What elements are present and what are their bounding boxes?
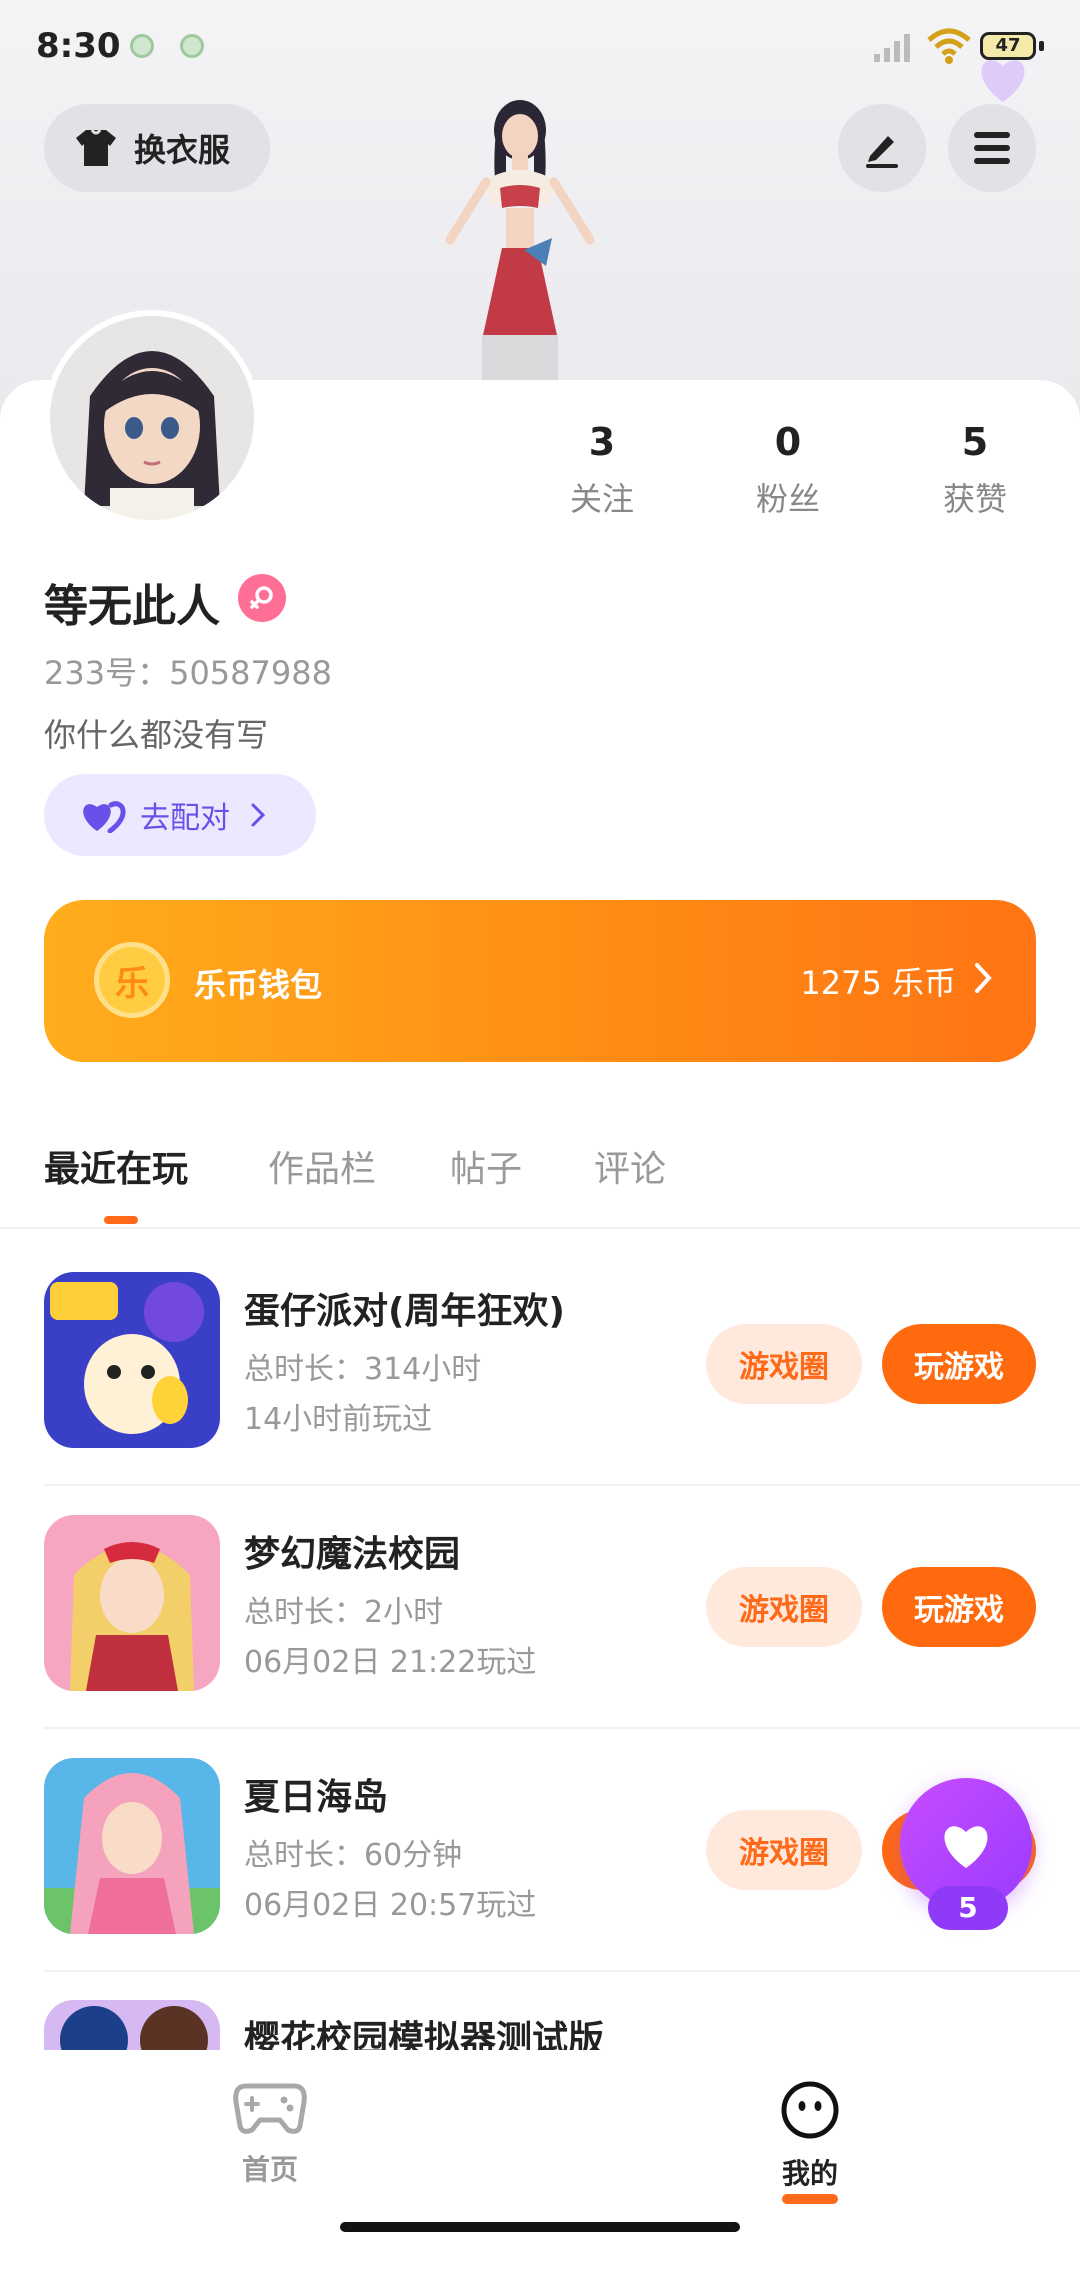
bio: 你什么都没有写 (44, 716, 269, 754)
nav-label-mine: 我的 (781, 2157, 838, 2190)
play-game-button[interactable]: 玩游戏 (882, 1567, 1036, 1647)
fans-count: 0 (774, 420, 802, 464)
game-icon (44, 1272, 220, 1448)
divider (44, 1484, 1080, 1486)
chevron-right-icon (251, 803, 266, 827)
active-tab-indicator (104, 1216, 138, 1224)
game-last-played: 14小时前玩过 (244, 1402, 433, 1437)
game-last-played: 06月02日 20:57玩过 (244, 1888, 537, 1923)
stat-fans[interactable]: 0 粉丝 (718, 420, 858, 520)
notification-icon (130, 34, 154, 58)
status-bar: 8:30 47 (0, 0, 1080, 96)
heart-decoration-icon (981, 60, 1025, 102)
game-circle-button[interactable]: 游戏圈 (706, 1324, 862, 1404)
divider (44, 1727, 1080, 1729)
avatar[interactable] (44, 310, 260, 526)
wallet-amount: 1275 乐币 (800, 964, 956, 1002)
edit-profile-button[interactable] (838, 104, 926, 192)
divider (44, 1970, 1080, 1972)
game-duration: 总时长：2小时 (244, 1595, 444, 1630)
game-circle-button[interactable]: 游戏圈 (706, 1567, 862, 1647)
nav-item-mine[interactable]: 我的 (730, 2080, 890, 2204)
active-nav-indicator (782, 2194, 838, 2204)
smiley-face-icon (781, 2081, 839, 2139)
game-icon (44, 1758, 220, 1934)
game-duration: 总时长：60分钟 (244, 1838, 463, 1873)
nav-label-home: 首页 (241, 2153, 298, 2186)
heart-icon (944, 1826, 988, 1868)
signal-icon (874, 34, 910, 62)
coin-icon: 乐 (94, 942, 170, 1018)
change-outfit-label: 换衣服 (134, 131, 231, 169)
divider (0, 1227, 1080, 1229)
shirt-icon (76, 129, 116, 166)
fans-label: 粉丝 (755, 480, 820, 518)
nickname: 等无此人 (44, 581, 220, 632)
wallet-title: 乐币钱包 (194, 966, 323, 1004)
avatar-character-figure (445, 100, 595, 380)
bottom-navigation: 首页 我的 (0, 2050, 1080, 2248)
status-time: 8:30 (36, 26, 121, 66)
change-outfit-button[interactable]: 换衣服 (44, 104, 270, 192)
chevron-right-icon (975, 963, 992, 993)
list-item[interactable]: 夏日海岛 总时长：60分钟 06月02日 20:57玩过 游戏圈 玩游戏 (44, 1758, 1080, 1998)
user-id: 233号：50587988 (44, 654, 332, 692)
tab-posts[interactable]: 帖子 (450, 1140, 522, 1192)
tab-works[interactable]: 作品栏 (268, 1140, 376, 1192)
game-icon (44, 1515, 220, 1691)
tab-recently-played[interactable]: 最近在玩 (44, 1140, 188, 1192)
game-circle-button[interactable]: 游戏圈 (706, 1810, 862, 1890)
gamepad-icon (233, 2083, 307, 2134)
tab-comments[interactable]: 评论 (594, 1140, 666, 1192)
menu-button[interactable] (948, 104, 1036, 192)
game-name: 蛋仔派对(周年狂欢) (244, 1291, 565, 1332)
avatar-portrait (50, 316, 254, 520)
list-item[interactable]: 梦幻魔法校园 总时长：2小时 06月02日 21:22玩过 游戏圈 玩游戏 (44, 1515, 1080, 1755)
nav-item-home[interactable]: 首页 (190, 2080, 350, 2188)
double-heart-icon (83, 801, 126, 833)
match-label: 去配对 (140, 801, 230, 836)
play-game-button[interactable]: 玩游戏 (882, 1324, 1036, 1404)
likes-label: 获赞 (942, 480, 1007, 518)
stat-likes[interactable]: 5 获赞 (905, 420, 1045, 520)
game-name: 夏日海岛 (244, 1777, 389, 1818)
match-button[interactable]: 去配对 (44, 774, 316, 856)
pencil-icon (866, 136, 898, 168)
home-indicator (340, 2222, 740, 2232)
wifi-icon (927, 28, 971, 64)
notification-icon (180, 34, 204, 58)
list-item[interactable]: 蛋仔派对(周年狂欢) 总时长：314小时 14小时前玩过 游戏圈 玩游戏 (44, 1272, 1080, 1512)
female-gender-icon (238, 574, 286, 622)
game-duration: 总时长：314小时 (244, 1352, 482, 1387)
following-label: 关注 (569, 480, 634, 518)
menu-icon (974, 132, 1010, 164)
game-name: 梦幻魔法校园 (244, 1534, 461, 1575)
like-count-badge: 5 (928, 1886, 1008, 1930)
likes-count: 5 (961, 420, 989, 464)
following-count: 3 (588, 420, 616, 464)
game-last-played: 06月02日 21:22玩过 (244, 1645, 537, 1680)
stat-following[interactable]: 3 关注 (532, 420, 672, 520)
coin-wallet-card[interactable]: 乐 乐币钱包 1275 乐币 (44, 900, 1036, 1062)
